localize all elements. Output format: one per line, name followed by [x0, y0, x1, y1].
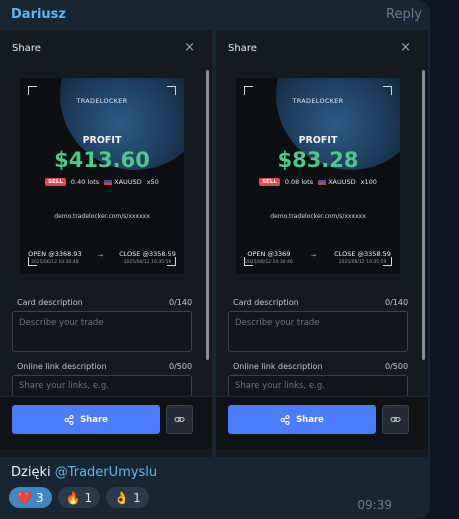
open-price: OPEN @3368.93	[28, 250, 82, 258]
link-icon	[174, 417, 185, 422]
reply-button[interactable]: Reply	[386, 7, 422, 22]
mention-link[interactable]: @TraderUmyslu	[55, 465, 157, 480]
frame-corner	[244, 86, 253, 95]
frame-corner	[167, 86, 176, 95]
close-date: 2025/06/12 10:35:59	[338, 260, 387, 265]
open-date: 2025/06/12 10:30:46	[245, 260, 293, 265]
profit-label: PROFIT	[82, 135, 122, 146]
brand-logo: TRADELOCKER	[292, 97, 344, 105]
open-col: OPEN @3369 2025/06/12 10:30:46	[245, 250, 293, 265]
scrollbar[interactable]	[422, 70, 425, 360]
online-link-input[interactable]: Share your links, e.g.	[228, 375, 408, 397]
message-time: 09:39	[357, 498, 392, 512]
profit-value: $413.60	[54, 148, 150, 172]
trade-meta: SELL 0.40 lots XAUUSD x50	[20, 178, 184, 186]
profit-value: $83.28	[277, 148, 359, 172]
frame-corner	[383, 86, 392, 95]
card-description-label: Card description	[233, 298, 299, 307]
reactions-bar: ❤️ 3 🔥 1 👌 1	[9, 487, 149, 508]
scrollbar[interactable]	[206, 70, 209, 360]
us-flag-icon	[104, 179, 113, 185]
fire-icon: 🔥	[65, 490, 81, 505]
lots: 0.40 lots	[70, 178, 100, 186]
us-flag-icon	[318, 179, 327, 185]
card-description-input[interactable]: Describe your trade	[228, 311, 408, 352]
dialog-footer: Share	[216, 396, 428, 449]
leverage: x50	[146, 178, 159, 186]
share-card: TRADELOCKER PROFIT $83.28 SELL 0.08 lots…	[236, 78, 400, 274]
share-button-label: Share	[296, 414, 324, 425]
share-button-label: Share	[80, 414, 108, 425]
share-card: TRADELOCKER PROFIT $413.60 SELL 0.40 lot…	[20, 78, 184, 274]
reaction-ok-hand[interactable]: 👌 1	[106, 487, 149, 508]
card-description-count: 0/140	[385, 298, 409, 307]
reaction-fire[interactable]: 🔥 1	[57, 487, 101, 508]
side-badge: SELL	[259, 178, 280, 186]
close-date: 2025/06/12 10:35:59	[123, 260, 172, 265]
card-description-input[interactable]: Describe your trade	[12, 311, 192, 352]
frame-corner	[28, 86, 37, 95]
message-caption: Dzięki @TraderUmyslu	[11, 465, 157, 480]
ok-hand-icon: 👌	[114, 490, 130, 505]
dialog-footer: Share	[0, 396, 212, 449]
message-bubble: Dariusz Reply Share × TRADELOCKER PROFIT…	[0, 0, 430, 519]
trade-meta: SELL 0.08 lots XAUUSD x100	[236, 178, 400, 186]
online-link-label: Online link description	[233, 362, 323, 371]
arrow-right-icon: →	[97, 252, 103, 259]
open-close-row: OPEN @3368.93 2025/06/12 10:30:48 → CLOS…	[20, 250, 184, 265]
share-link: demo.tradelocker.com/s/xxxxxx	[54, 213, 150, 220]
online-link-count: 0/500	[385, 362, 409, 371]
symbol-text: XAUUSD	[114, 178, 142, 186]
open-date: 2025/06/12 10:30:48	[31, 260, 79, 265]
brand-logo: TRADELOCKER	[76, 97, 128, 105]
share-screenshot-1[interactable]: Share × TRADELOCKER PROFIT $413.60 SELL …	[0, 30, 212, 457]
card-description-label: Card description	[17, 298, 83, 307]
open-close-row: OPEN @3369 2025/06/12 10:30:46 → CLOSE @…	[236, 250, 400, 265]
author-name[interactable]: Dariusz	[11, 7, 66, 22]
share-link: demo.tradelocker.com/s/xxxxxx	[270, 213, 366, 220]
close-price: CLOSE @3358.59	[119, 250, 176, 258]
profit-label: PROFIT	[298, 135, 338, 146]
arrow-right-icon: →	[310, 252, 316, 259]
lots: 0.08 lots	[284, 178, 314, 186]
link-icon	[390, 417, 401, 422]
close-icon[interactable]: ×	[400, 40, 411, 55]
reaction-count: 3	[35, 490, 44, 505]
share-icon	[64, 414, 74, 425]
online-link-input[interactable]: Share your links, e.g.	[12, 375, 192, 397]
leverage: x100	[360, 178, 377, 186]
share-screenshot-2[interactable]: Share × TRADELOCKER PROFIT $83.28 SELL 0…	[216, 30, 428, 457]
share-dialog-title: Share	[228, 43, 257, 54]
share-button[interactable]: Share	[228, 405, 376, 434]
reaction-count: 1	[84, 490, 93, 505]
copy-link-button[interactable]	[382, 405, 409, 434]
reaction-count: 1	[133, 490, 141, 505]
share-dialog-title: Share	[12, 43, 41, 54]
close-icon[interactable]: ×	[184, 40, 195, 55]
symbol: XAUUSD	[104, 178, 142, 186]
close-col: CLOSE @3358.59 2025/06/12 10:35:59	[119, 250, 176, 265]
share-icon	[280, 414, 290, 425]
close-price: CLOSE @3358.59	[334, 250, 391, 258]
caption-text: Dzięki	[11, 465, 55, 480]
close-col: CLOSE @3358.59 2025/06/12 10:35:59	[334, 250, 391, 265]
open-col: OPEN @3368.93 2025/06/12 10:30:48	[28, 250, 81, 265]
online-link-count: 0/500	[169, 362, 193, 371]
card-description-count: 0/140	[169, 298, 193, 307]
symbol-text: XAUUSD	[328, 178, 356, 186]
share-button[interactable]: Share	[12, 405, 160, 434]
side-badge: SELL	[45, 178, 66, 186]
reaction-heart[interactable]: ❤️ 3	[9, 487, 52, 508]
symbol: XAUUSD	[318, 178, 356, 186]
heart-icon: ❤️	[17, 490, 32, 505]
copy-link-button[interactable]	[166, 405, 193, 434]
online-link-label: Online link description	[17, 362, 107, 371]
open-price: OPEN @3369	[247, 250, 291, 258]
